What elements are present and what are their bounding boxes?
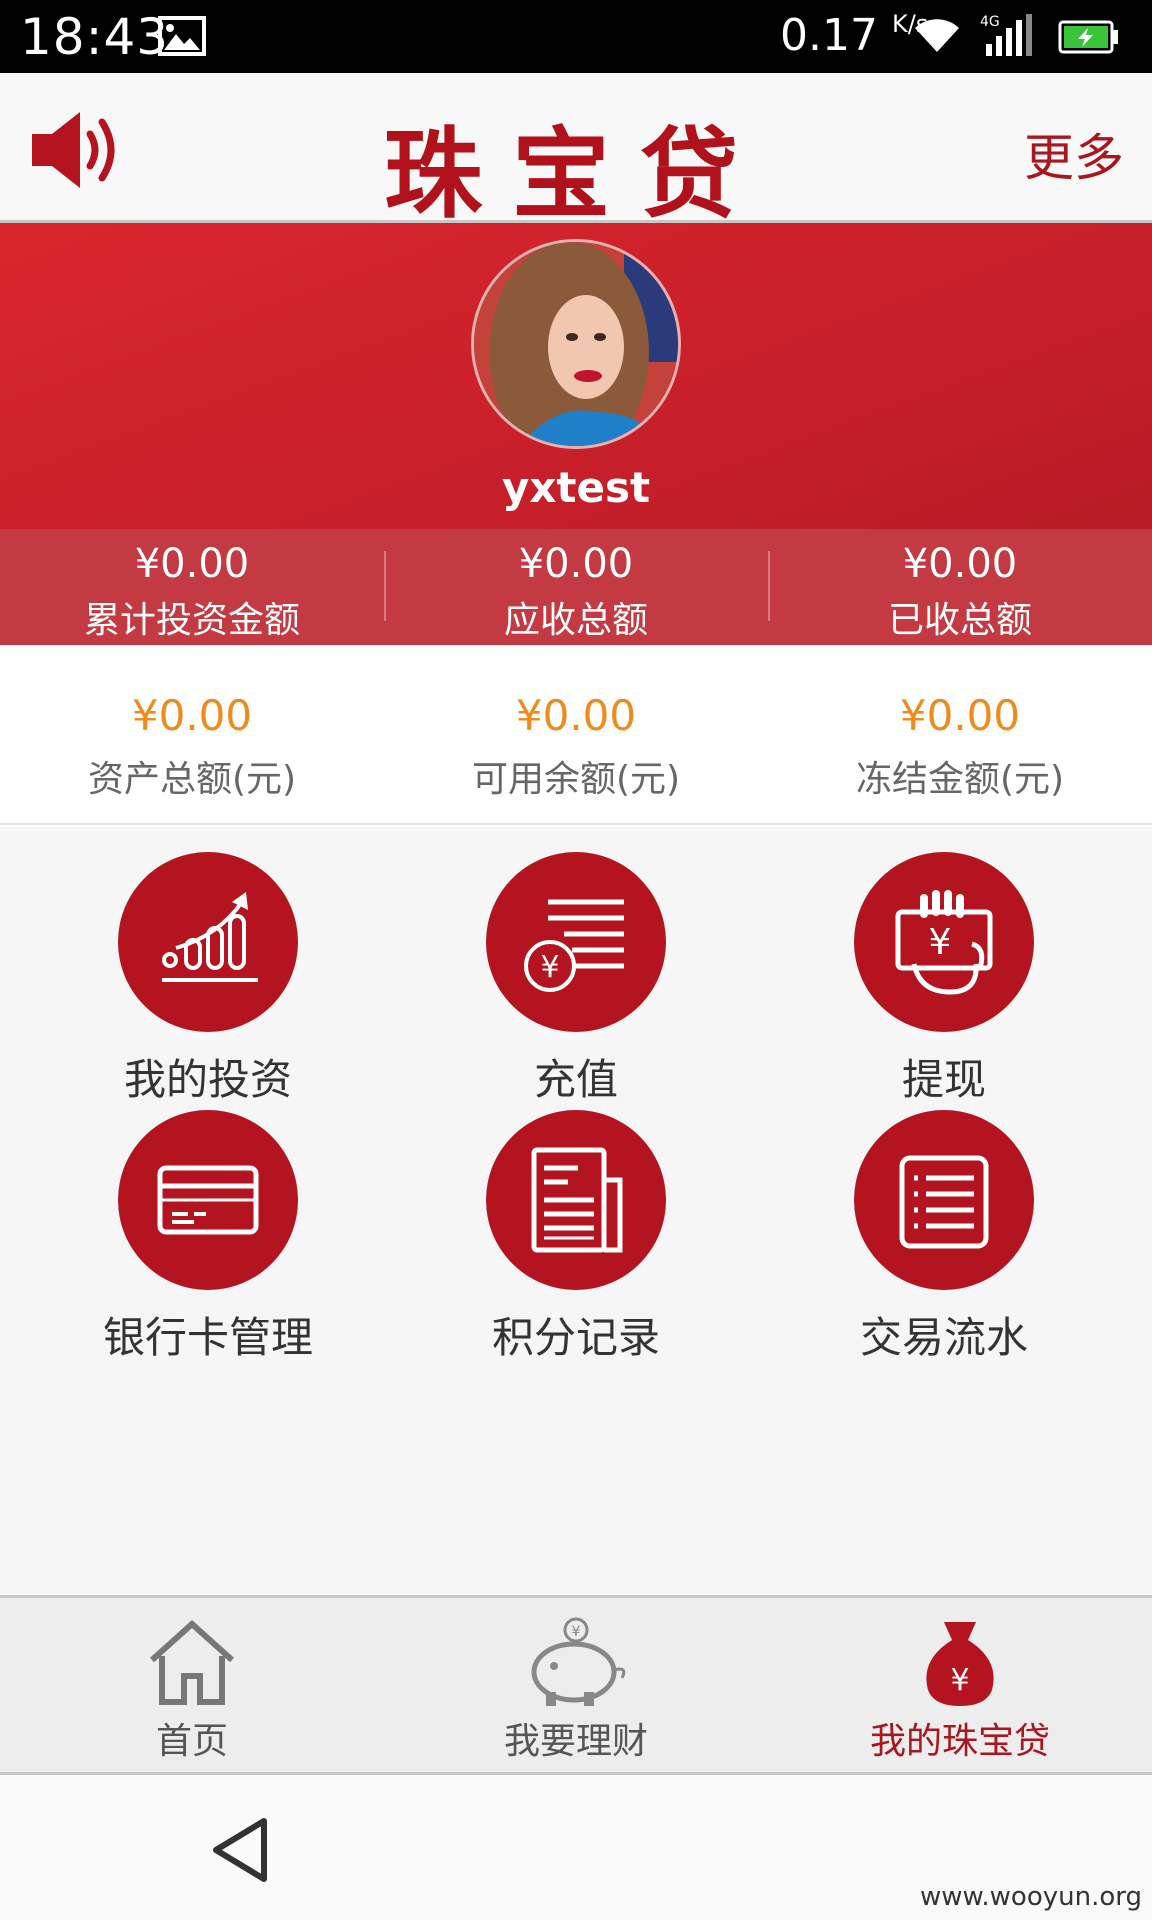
balance-value: ¥0.00 (899, 691, 1021, 740)
network-speed: 0.17 K/s (780, 10, 928, 61)
svg-text:¥: ¥ (950, 1663, 969, 1698)
tab-label: 首页 (155, 1721, 228, 1762)
recharge-coin-icon: ¥ (486, 852, 666, 1032)
profile-banner: yxtest (0, 223, 1152, 529)
svg-text:¥: ¥ (572, 1624, 581, 1640)
signal-4g-icon: 4G (980, 12, 1040, 62)
menu-label: 充值 (533, 1055, 618, 1104)
balance-value: ¥0.00 (515, 691, 637, 740)
menu-label: 提现 (901, 1055, 986, 1104)
battery-icon (1058, 20, 1120, 58)
bank-card-icon (118, 1110, 298, 1290)
tab-label: 我的珠宝贷 (869, 1721, 1050, 1762)
balance-label: 可用余额(元) (471, 759, 681, 800)
tab-home[interactable]: 首页 (0, 1598, 384, 1772)
balance-total-assets: ¥0.00 资产总额(元) (0, 645, 384, 823)
withdraw-hand-icon: ¥ (854, 852, 1034, 1032)
home-icon (0, 1616, 384, 1708)
tab-my-account[interactable]: ¥ 我的珠宝贷 (768, 1598, 1152, 1772)
network-type-text: 4G (980, 14, 1000, 30)
status-bar: 18:43 0.17 K/s 4G (0, 0, 1152, 73)
more-button[interactable]: 更多 (1024, 118, 1124, 190)
app-header: 珠宝贷 更多 (0, 73, 1152, 232)
menu-bank-cards[interactable]: 银行卡管理 (58, 1110, 358, 1365)
stat-value: ¥0.00 (134, 541, 250, 587)
system-nav-bar: www.wooyun.org (0, 1775, 1152, 1920)
stat-value: ¥0.00 (518, 541, 634, 587)
network-speed-value: 0.17 (780, 10, 878, 61)
menu-grid: 我的投资 ¥ 充值 ¥ 提现 银行卡管理 积分记录 交易流水 (0, 827, 1152, 1595)
svg-text:¥: ¥ (929, 922, 952, 963)
status-time: 18:43 (20, 8, 170, 66)
balance-label: 冻结金额(元) (855, 759, 1065, 800)
watermark: www.wooyun.org (919, 1882, 1142, 1912)
tab-label: 我要理财 (503, 1721, 648, 1762)
menu-label: 我的投资 (123, 1055, 292, 1104)
money-bag-icon: ¥ (768, 1616, 1152, 1708)
app-title: 珠宝贷 (383, 118, 768, 232)
bottom-tab-bar: 首页 ¥ 我要理财 ¥ 我的珠宝贷 (0, 1595, 1152, 1775)
points-document-icon (486, 1110, 666, 1290)
wifi-icon (912, 12, 962, 60)
avatar[interactable] (471, 239, 681, 449)
svg-text:¥: ¥ (540, 950, 559, 985)
stat-received: ¥0.00 已收总额 (768, 529, 1152, 645)
balance-available: ¥0.00 可用余额(元) (384, 645, 768, 823)
stat-label: 应收总额 (503, 600, 648, 641)
menu-recharge[interactable]: ¥ 充值 (426, 852, 726, 1107)
balance-value: ¥0.00 (131, 691, 253, 740)
menu-label: 银行卡管理 (102, 1313, 313, 1362)
menu-transactions[interactable]: 交易流水 (794, 1110, 1094, 1365)
growth-chart-icon (118, 852, 298, 1032)
stat-label: 累计投资金额 (83, 600, 300, 641)
account-stats: ¥0.00 累计投资金额 ¥0.00 应收总额 ¥0.00 已收总额 (0, 529, 1152, 645)
balance-frozen: ¥0.00 冻结金额(元) (768, 645, 1152, 823)
menu-points-record[interactable]: 积分记录 (426, 1110, 726, 1365)
balance-label: 资产总额(元) (87, 759, 297, 800)
menu-my-investments[interactable]: 我的投资 (58, 852, 358, 1107)
menu-label: 积分记录 (491, 1313, 660, 1362)
stat-total-invested: ¥0.00 累计投资金额 (0, 529, 384, 645)
menu-withdraw[interactable]: ¥ 提现 (794, 852, 1094, 1107)
username: yxtest (501, 463, 651, 512)
image-notification-icon (158, 16, 206, 60)
stat-value: ¥0.00 (902, 541, 1018, 587)
stat-label: 已收总额 (887, 600, 1032, 641)
stat-receivable: ¥0.00 应收总额 (384, 529, 768, 645)
transaction-list-icon (854, 1110, 1034, 1290)
back-icon[interactable] (210, 1815, 270, 1889)
balance-summary: ¥0.00 资产总额(元) ¥0.00 可用余额(元) ¥0.00 冻结金额(元… (0, 645, 1152, 825)
menu-label: 交易流水 (859, 1313, 1028, 1362)
tab-invest[interactable]: ¥ 我要理财 (384, 1598, 768, 1772)
piggy-bank-icon: ¥ (384, 1616, 768, 1708)
